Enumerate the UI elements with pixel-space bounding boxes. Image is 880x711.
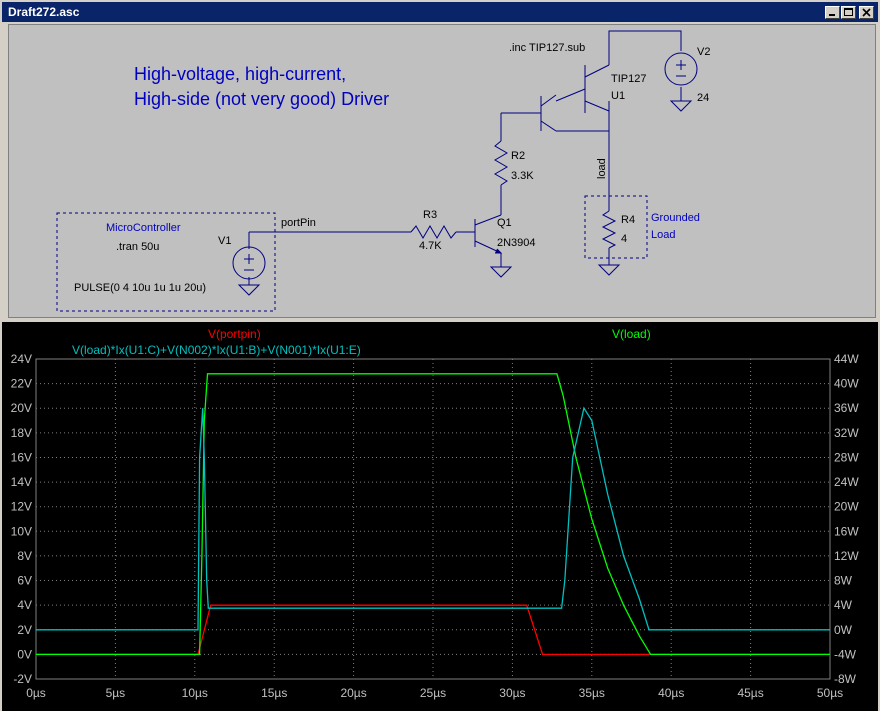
x-tick-label: 25µs	[420, 686, 446, 700]
y-left-tick-label: 2V	[17, 623, 32, 637]
y-left-tick-label: 16V	[11, 450, 32, 464]
v1-ref-label[interactable]: V1	[218, 235, 231, 247]
grounded-load-label-1[interactable]: Grounded	[651, 212, 700, 224]
maximize-button[interactable]	[841, 6, 856, 19]
y-left-tick-label: 0V	[17, 647, 32, 661]
y-right-tick-label: 4W	[834, 598, 853, 612]
x-tick-label: 30µs	[499, 686, 525, 700]
x-tick-label: 5µs	[106, 686, 126, 700]
maximize-icon	[844, 8, 853, 16]
net-label-load[interactable]: load	[596, 158, 608, 179]
y-right-tick-label: 20W	[834, 500, 859, 514]
y-left-tick-label: 20V	[11, 401, 32, 415]
trace-label-portpin[interactable]: V(portpin)	[208, 327, 261, 341]
waveform-pane[interactable]: 24V 22V 20V 18V 16V 14V 12V 10V 8V 6V 4V 2V 0V -2V 44…	[2, 322, 878, 711]
y-right-tick-label: -4W	[834, 647, 857, 661]
minimize-icon	[829, 14, 835, 16]
y-left-tick-label: 6V	[17, 574, 32, 588]
y-left-tick-label: 8V	[17, 549, 32, 563]
y-right-tick-label: 16W	[834, 524, 859, 538]
q1-ref-label[interactable]: Q1	[497, 217, 512, 229]
y-right-tick-label: 44W	[834, 352, 859, 366]
r3-ref-label[interactable]: R3	[423, 209, 437, 221]
x-tick-label: 45µs	[737, 686, 763, 700]
y-left-tick-label: 4V	[17, 598, 32, 612]
close-button[interactable]	[859, 6, 874, 19]
y-left-tick-label: 14V	[11, 475, 32, 489]
schematic-pane[interactable]: High-voltage, high-current, High-side (n…	[8, 24, 876, 318]
tran-directive[interactable]: .tran 50u	[116, 241, 159, 253]
y-right-tick-label: 0W	[834, 623, 853, 637]
grounded-load-label-2[interactable]: Load	[651, 229, 675, 241]
y-right-tick-label: 8W	[834, 574, 853, 588]
trace-label-power[interactable]: V(load)*Ix(U1:C)+V(N002)*Ix(U1:B)+V(N001…	[72, 343, 361, 357]
trace-label-load[interactable]: V(load)	[612, 327, 651, 341]
u1-model-label[interactable]: TIP127	[611, 73, 646, 85]
y-left-tick-label: 22V	[11, 377, 32, 391]
u1-ref-label[interactable]: U1	[611, 90, 625, 102]
x-tick-label: 50µs	[817, 686, 843, 700]
r2-ref-label[interactable]: R2	[511, 150, 525, 162]
window-title: Draft272.asc	[8, 5, 80, 19]
x-axis: 0µs 5µs 10µs 15µs 20µs 25µs 30µs 35µs 40µs 45µs 50…	[26, 686, 843, 700]
y-right-tick-label: 12W	[834, 549, 859, 563]
y-left-tick-label: 10V	[11, 524, 32, 538]
x-tick-label: 20µs	[340, 686, 366, 700]
y-right-tick-label: -8W	[834, 672, 857, 686]
y-right-axis: 44W 40W 36W 32W 28W 24W 20W 16W 12W 8W 4W 0W -4W -8W	[834, 352, 859, 686]
net-label-portpin[interactable]: portPin	[281, 217, 316, 229]
y-left-tick-label: 18V	[11, 426, 32, 440]
x-tick-label: 15µs	[261, 686, 287, 700]
r2-value-label[interactable]: 3.3K	[511, 170, 534, 182]
y-left-axis: 24V 22V 20V 18V 16V 14V 12V 10V 8V 6V 4V 2V 0V -2V	[11, 352, 32, 686]
x-tick-label: 0µs	[26, 686, 46, 700]
grounded-load-box	[584, 195, 648, 259]
plot-grid	[35, 358, 831, 680]
x-tick-label: 35µs	[579, 686, 605, 700]
waveform-plot: 24V 22V 20V 18V 16V 14V 12V 10V 8V 6V 4V 2V 0V -2V 44…	[11, 327, 860, 700]
y-right-tick-label: 40W	[834, 377, 859, 391]
schematic-headline-1[interactable]: High-voltage, high-current,	[134, 64, 346, 84]
x-tick-label: 40µs	[658, 686, 684, 700]
q1-model-label[interactable]: 2N3904	[497, 237, 536, 249]
r3-value-label[interactable]: 4.7K	[419, 240, 442, 252]
pulse-spec[interactable]: PULSE(0 4 10u 1u 1u 20u)	[74, 282, 206, 294]
r4-value-label[interactable]: 4	[621, 233, 627, 245]
include-directive[interactable]: .inc TIP127.sub	[509, 42, 585, 54]
r4-ref-label[interactable]: R4	[621, 214, 635, 226]
v2-ref-label[interactable]: V2	[697, 46, 710, 58]
x-tick-label: 10µs	[182, 686, 208, 700]
y-left-tick-label: 24V	[11, 352, 32, 366]
y-right-tick-label: 32W	[834, 426, 859, 440]
y-right-tick-label: 24W	[834, 475, 859, 489]
schematic-headline-2[interactable]: High-side (not very good) Driver	[134, 89, 389, 109]
title-bar: Draft272.asc	[2, 2, 878, 22]
y-left-tick-label: 12V	[11, 500, 32, 514]
microcontroller-label[interactable]: MicroController	[106, 222, 181, 234]
schematic-canvas: High-voltage, high-current, High-side (n…	[56, 30, 710, 312]
y-right-tick-label: 28W	[834, 450, 859, 464]
close-icon	[862, 8, 871, 17]
y-right-tick-label: 36W	[834, 401, 859, 415]
minimize-button[interactable]	[825, 6, 840, 19]
v2-value-label[interactable]: 24	[697, 92, 709, 104]
y-left-tick-label: -2V	[13, 672, 32, 686]
